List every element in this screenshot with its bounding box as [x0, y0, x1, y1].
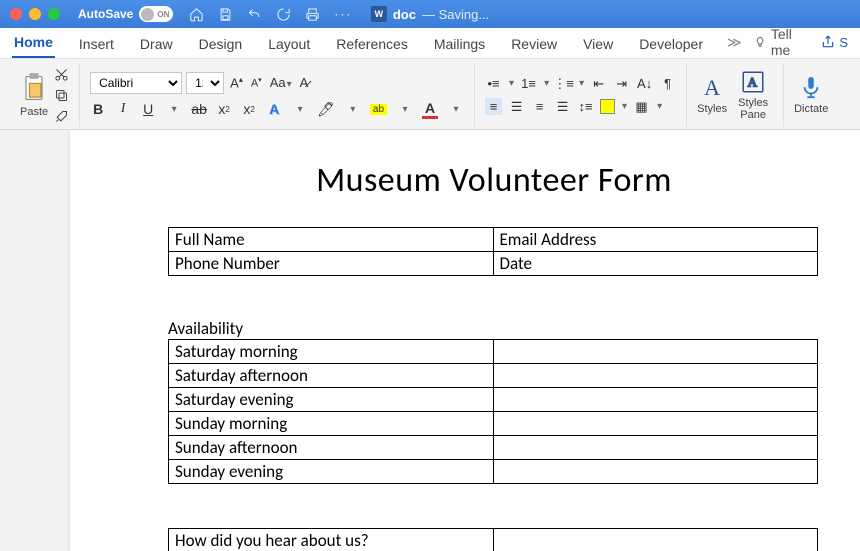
maximize-window-button[interactable] [48, 8, 60, 20]
shading-icon[interactable] [600, 99, 615, 114]
quick-access-toolbar: ··· [189, 7, 352, 22]
availability-label: Availability [168, 318, 820, 339]
print-icon[interactable] [305, 7, 320, 22]
autosave-label: AutoSave [78, 7, 133, 21]
superscript-button[interactable]: x2 [241, 101, 257, 117]
format-painter-icon[interactable] [54, 109, 69, 124]
page-title: Museum Volunteer Form [168, 160, 820, 201]
tab-mailings[interactable]: Mailings [432, 30, 487, 58]
more-tabs-icon[interactable]: ≫ [727, 34, 742, 51]
contact-table[interactable]: Full NameEmail Address Phone NumberDate [168, 227, 818, 276]
dictate-button[interactable]: Dictate [794, 75, 828, 115]
table-row: Phone NumberDate [169, 252, 818, 276]
ribbon: Paste Calibri 12 A▴ A▾ Aa▾ A̷ B I U▾ ab … [0, 58, 860, 130]
decrease-indent-icon[interactable]: ⇤ [590, 75, 607, 92]
close-window-button[interactable] [10, 8, 22, 20]
styles-group: A Styles A Styles Pane [687, 63, 784, 127]
pen-highlight-icon[interactable]: 🖊 [317, 101, 335, 118]
share-icon [821, 35, 835, 49]
tab-insert[interactable]: Insert [77, 30, 116, 58]
tab-home[interactable]: Home [12, 28, 55, 58]
styles-button[interactable]: A Styles [697, 75, 727, 115]
undo-icon[interactable] [247, 7, 262, 22]
italic-button[interactable]: I [115, 101, 131, 117]
tab-view[interactable]: View [581, 30, 615, 58]
table-row: Sunday evening [169, 460, 818, 484]
increase-font-icon[interactable]: A▴ [228, 75, 245, 90]
align-right-icon[interactable]: ≡ [531, 98, 548, 115]
clear-format-icon[interactable]: A̷ [298, 75, 311, 90]
underline-button[interactable]: U [140, 101, 156, 117]
font-group: Calibri 12 A▴ A▾ Aa▾ A̷ B I U▾ ab x2 x2 … [80, 63, 475, 127]
table-row: Sunday afternoon [169, 436, 818, 460]
clipboard-group: Paste [10, 63, 80, 127]
minimize-window-button[interactable] [29, 8, 41, 20]
subscript-button[interactable]: x2 [216, 101, 232, 117]
sort-icon[interactable]: A↓ [636, 75, 653, 92]
availability-table[interactable]: Saturday morning Saturday afternoon Satu… [168, 339, 818, 484]
numbering-icon[interactable]: 1≡ [520, 75, 537, 92]
word-app-icon: W [371, 6, 387, 22]
text-effects-icon[interactable]: A [266, 101, 282, 117]
table-row: Saturday evening [169, 388, 818, 412]
table-row: Full NameEmail Address [169, 228, 818, 252]
styles-pane-icon: A [740, 69, 766, 95]
increase-indent-icon[interactable]: ⇥ [613, 75, 630, 92]
document-area[interactable]: Museum Volunteer Form Full NameEmail Add… [0, 130, 860, 551]
home-icon[interactable] [189, 7, 204, 22]
styles-pane-button[interactable]: A Styles Pane [733, 69, 773, 121]
more-icon[interactable]: ··· [334, 7, 352, 21]
share-button[interactable]: S [821, 35, 848, 50]
show-marks-icon[interactable]: ¶ [659, 75, 676, 92]
lightbulb-icon [754, 35, 766, 49]
autosave-toggle[interactable]: AutoSave ON [78, 6, 173, 22]
dictate-group: Dictate [784, 63, 838, 127]
highlight-color-icon[interactable]: ab [370, 104, 387, 115]
document-title: W doc — Saving... [371, 6, 489, 22]
strikethrough-button[interactable]: ab [191, 101, 207, 117]
paste-button[interactable]: Paste [20, 72, 48, 118]
align-center-icon[interactable]: ☰ [508, 98, 525, 115]
bullets-icon[interactable]: •≡ [485, 75, 502, 92]
change-case-icon[interactable]: Aa▾ [268, 75, 294, 90]
svg-text:A: A [748, 74, 758, 89]
ribbon-tabs: Home Insert Draw Design Layout Reference… [0, 28, 860, 58]
paragraph-group: •≡▾ 1≡▾ ⋮≡▾ ⇤ ⇥ A↓ ¶ ≡ ☰ ≡ ☰ ↕≡ ▾ ▦▾ [475, 63, 687, 127]
copy-icon[interactable] [54, 88, 69, 103]
align-left-icon[interactable]: ≡ [485, 98, 502, 115]
hear-about-table[interactable]: How did you hear about us? [168, 528, 818, 551]
justify-icon[interactable]: ☰ [554, 98, 571, 115]
tab-references[interactable]: References [334, 30, 410, 58]
tab-design[interactable]: Design [197, 30, 245, 58]
microphone-icon [800, 75, 822, 101]
save-icon[interactable] [218, 7, 233, 22]
font-color-icon[interactable]: A [422, 100, 438, 119]
table-row: Sunday morning [169, 412, 818, 436]
clipboard-icon [20, 72, 48, 104]
titlebar: AutoSave ON ··· W doc — Saving... [0, 0, 860, 28]
window-controls [10, 8, 60, 20]
table-row: Saturday morning [169, 340, 818, 364]
borders-icon[interactable]: ▦ [633, 98, 650, 115]
tab-layout[interactable]: Layout [266, 30, 312, 58]
font-size-select[interactable]: 12 [186, 72, 224, 94]
cut-icon[interactable] [54, 67, 69, 82]
decrease-font-icon[interactable]: A▾ [249, 76, 264, 90]
table-row: Saturday afternoon [169, 364, 818, 388]
page: Museum Volunteer Form Full NameEmail Add… [70, 130, 860, 551]
table-row: How did you hear about us? [169, 529, 818, 551]
tab-draw[interactable]: Draw [138, 30, 175, 58]
tab-developer[interactable]: Developer [637, 30, 705, 58]
redo-icon[interactable] [276, 7, 291, 22]
multilevel-icon[interactable]: ⋮≡ [555, 75, 572, 92]
tab-review[interactable]: Review [509, 30, 559, 58]
line-spacing-icon[interactable]: ↕≡ [577, 98, 594, 115]
bold-button[interactable]: B [90, 101, 106, 117]
font-name-select[interactable]: Calibri [90, 72, 182, 94]
tell-me[interactable]: Tell me [754, 26, 810, 58]
